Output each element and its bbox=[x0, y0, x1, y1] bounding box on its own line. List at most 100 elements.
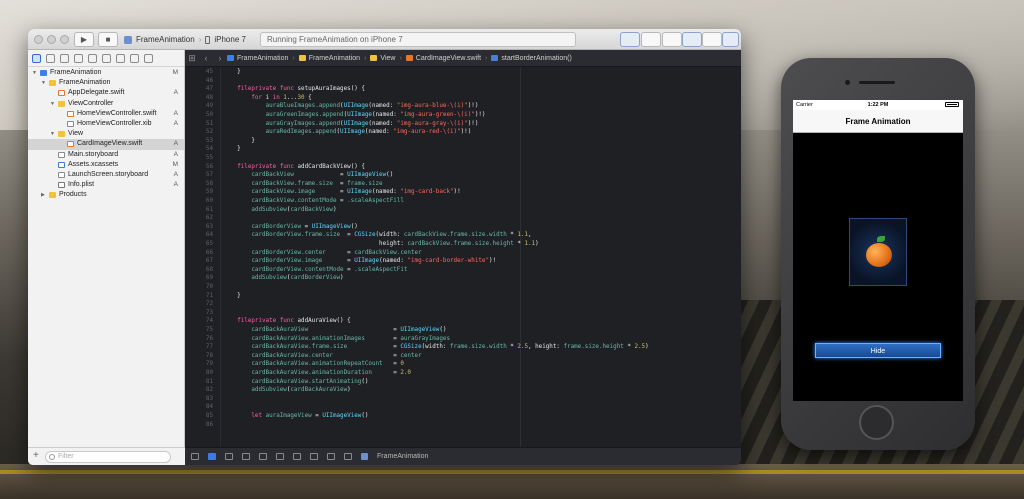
breadcrumb-item[interactable]: View bbox=[370, 55, 395, 62]
file-tree-row[interactable]: ▼ View bbox=[28, 129, 184, 139]
breakpoint-tab-icon[interactable] bbox=[130, 53, 139, 63]
line-number: 55 bbox=[205, 155, 213, 161]
toggle-debug-area-button[interactable] bbox=[702, 32, 722, 47]
related-items-icon[interactable]: ⊞ bbox=[185, 53, 199, 64]
code-line: 80 cardBackAuraView.animationDuration = … bbox=[185, 369, 741, 378]
version-editor-button[interactable] bbox=[662, 32, 682, 47]
code-text: for i in 1...30 { bbox=[251, 94, 312, 101]
code-text: cardBorderView.image = UIImage(named: "i… bbox=[251, 258, 497, 265]
file-tree-row[interactable]: ▶ Products bbox=[28, 190, 184, 200]
line-number: 52 bbox=[205, 129, 213, 136]
file-tree-row[interactable]: HomeViewController.swift A bbox=[28, 109, 184, 119]
breadcrumb-item[interactable]: FrameAnimation bbox=[298, 54, 361, 62]
step-over-icon[interactable] bbox=[242, 453, 250, 460]
toggle-utilities-button[interactable] bbox=[722, 32, 739, 47]
disclosure-expanded-icon[interactable]: ▼ bbox=[32, 68, 37, 78]
file-tree-row[interactable]: CardImageView.swift A bbox=[28, 139, 184, 150]
file-tree-row[interactable]: HomeViewController.xib A bbox=[28, 119, 184, 129]
symbol-tab-icon[interactable] bbox=[60, 53, 69, 63]
folder-icon bbox=[58, 131, 65, 138]
code-text: cardBackAuraView.animationRepeatCount = … bbox=[251, 361, 404, 368]
close-window-button[interactable] bbox=[34, 35, 43, 44]
disclosure-expanded-icon[interactable]: ▼ bbox=[50, 129, 55, 139]
file-name-label: HomeViewController.swift bbox=[77, 109, 157, 117]
zoom-window-button[interactable] bbox=[60, 35, 69, 44]
file-tree-row[interactable]: ▼ ViewController bbox=[28, 99, 184, 109]
add-file-button[interactable]: + bbox=[33, 450, 39, 461]
line-number: 61 bbox=[205, 206, 213, 213]
code-line: 68 cardBorderView.contentMode = .scaleAs… bbox=[185, 266, 741, 275]
pause-icon[interactable] bbox=[225, 453, 233, 460]
breadcrumb-item[interactable]: startBorderAnimation() bbox=[491, 55, 572, 62]
source-control-tab-icon[interactable] bbox=[46, 53, 55, 63]
code-text: } bbox=[223, 292, 241, 299]
line-number: 85 bbox=[205, 413, 213, 419]
file-tree-row[interactable]: ▼ FrameAnimation M bbox=[28, 68, 184, 78]
debug-tab-icon[interactable] bbox=[116, 53, 125, 63]
scheme-selector[interactable]: FrameAnimation › iPhone 7 bbox=[124, 32, 246, 47]
standard-editor-button[interactable] bbox=[620, 32, 640, 47]
toggle-navigator-button[interactable] bbox=[682, 32, 702, 47]
code-line: 84 bbox=[185, 403, 741, 412]
breadcrumb-label: FrameAnimation bbox=[308, 54, 361, 62]
file-tree-row[interactable]: ▼ FrameAnimation bbox=[28, 78, 184, 88]
view-hierarchy-icon[interactable] bbox=[293, 453, 301, 460]
scheme-device-label: iPhone 7 bbox=[214, 35, 246, 44]
issue-tab-icon[interactable] bbox=[88, 53, 97, 63]
step-into-icon[interactable] bbox=[259, 453, 267, 460]
file-tree-row[interactable]: Info.plist A bbox=[28, 180, 184, 190]
breakpoints-toggle-icon[interactable] bbox=[208, 453, 216, 460]
environment-overrides-icon[interactable] bbox=[327, 453, 335, 460]
folder-tab-icon[interactable] bbox=[32, 53, 41, 63]
breadcrumb-item[interactable]: CardImageView.swift bbox=[405, 55, 481, 62]
card-image-view[interactable] bbox=[849, 218, 907, 286]
file-tree-row[interactable]: Main.storyboard A bbox=[28, 150, 184, 160]
file-tree-row[interactable]: Assets.xcassets M bbox=[28, 160, 184, 170]
line-number: 79 bbox=[205, 361, 213, 368]
chevron-right-icon: › bbox=[198, 35, 202, 44]
line-number: 45 bbox=[205, 69, 213, 75]
assistant-editor-button[interactable] bbox=[641, 32, 661, 47]
stop-button[interactable]: ■ bbox=[98, 32, 118, 47]
source-control-status: A bbox=[173, 170, 178, 178]
disclosure-expanded-icon[interactable]: ▼ bbox=[41, 78, 46, 88]
code-line: 57 cardBackView = UIImageView() bbox=[185, 171, 741, 180]
run-button[interactable]: ▶ bbox=[74, 32, 94, 47]
source-editor[interactable]: 45 } 46 47 fileprivate func setupAuraImage… bbox=[185, 67, 741, 447]
code-text: auraRedImages.append(UIImage(named: "img… bbox=[265, 129, 472, 136]
home-button[interactable] bbox=[859, 405, 894, 440]
code-text: } bbox=[223, 69, 241, 75]
source-control-status: M bbox=[172, 160, 178, 168]
code-line: 81 cardBackAuraView.startAnimating() bbox=[185, 378, 741, 387]
disclosure-collapsed-icon[interactable]: ▶ bbox=[41, 190, 45, 200]
navigator-filter-field[interactable]: Filter bbox=[45, 451, 171, 463]
app-icon bbox=[124, 35, 132, 44]
hide-button[interactable]: Hide bbox=[815, 343, 941, 358]
camera-icon bbox=[845, 80, 850, 85]
line-number: 83 bbox=[205, 395, 213, 402]
location-icon[interactable] bbox=[344, 453, 352, 460]
test-tab-icon[interactable] bbox=[102, 53, 111, 63]
breadcrumb-item[interactable]: FrameAnimation bbox=[227, 55, 288, 62]
forward-icon[interactable]: › bbox=[213, 53, 227, 63]
report-tab-icon[interactable] bbox=[144, 53, 153, 63]
memory-graph-icon[interactable] bbox=[310, 453, 318, 460]
code-text: fileprivate func setupAuraImages() { bbox=[237, 86, 365, 93]
minimize-window-button[interactable] bbox=[47, 35, 56, 44]
back-icon[interactable]: ‹ bbox=[199, 53, 213, 63]
code-text: cardBackView.frame.size = frame.size bbox=[251, 180, 383, 187]
hide-debug-area-icon[interactable] bbox=[191, 453, 199, 460]
line-number: 73 bbox=[205, 309, 213, 316]
swift-file-icon bbox=[405, 55, 413, 61]
line-number: 69 bbox=[205, 275, 213, 282]
source-control-status: A bbox=[173, 119, 178, 127]
find-tab-icon[interactable] bbox=[74, 53, 83, 63]
code-text: auraBlueImages.append(UIImage(named: "im… bbox=[265, 103, 479, 110]
method-icon bbox=[491, 55, 499, 61]
line-number: 80 bbox=[205, 370, 213, 376]
code-line: 51 auraGrayImages.append(UIImage(named: … bbox=[185, 120, 741, 129]
file-tree-row[interactable]: LaunchScreen.storyboard A bbox=[28, 170, 184, 180]
file-tree-row[interactable]: AppDelegate.swift A bbox=[28, 88, 184, 98]
step-out-icon[interactable] bbox=[276, 453, 284, 460]
disclosure-expanded-icon[interactable]: ▼ bbox=[50, 99, 55, 109]
